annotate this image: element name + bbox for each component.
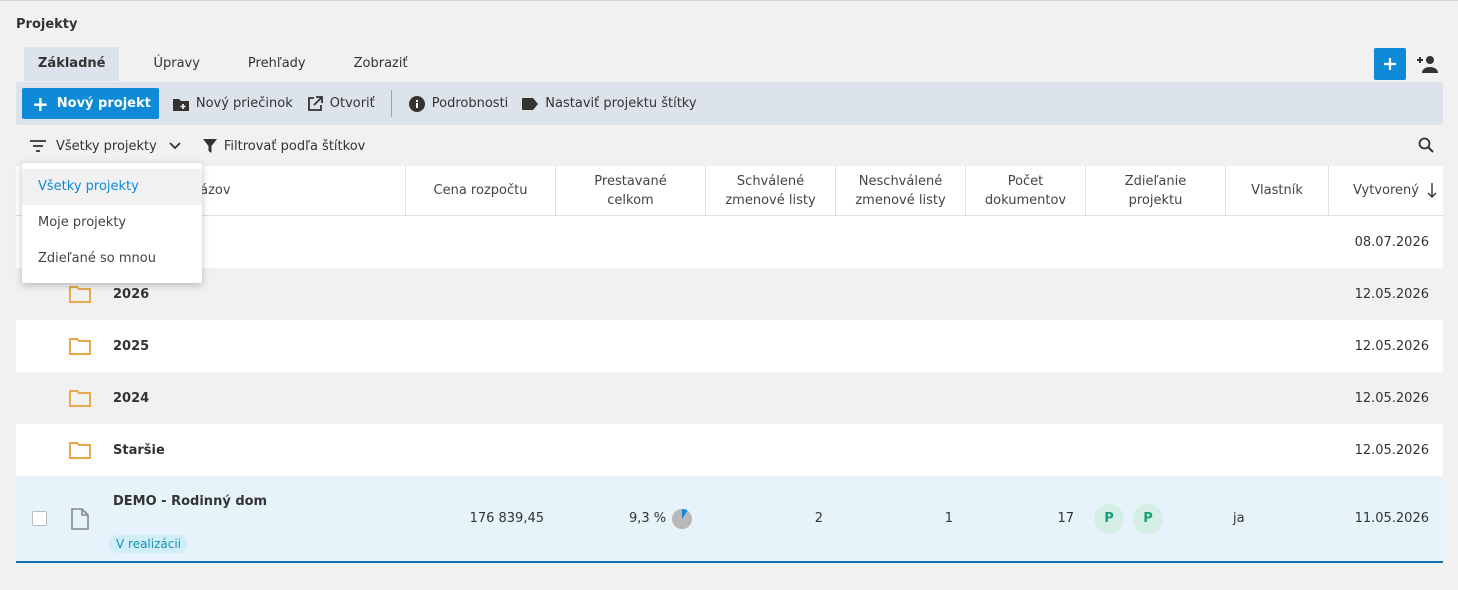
col-approved-line2: zmenové listy [725, 192, 816, 208]
col-created[interactable]: Vytvorený [1329, 166, 1443, 215]
docs-count: 17 [1057, 511, 1074, 526]
status-badge: V realizácii [109, 535, 189, 553]
created-date: 08.07.2026 [1354, 234, 1429, 250]
filter-by-tags-label: Filtrovať podľa štítkov [223, 138, 366, 154]
tab-upravy[interactable]: Úpravy [139, 47, 213, 81]
open-button[interactable]: Otvoriť [307, 88, 375, 119]
approved-count: 2 [814, 511, 823, 526]
folder-icon [69, 338, 91, 355]
add-person-icon[interactable] [1416, 54, 1438, 74]
tag-icon [522, 97, 539, 110]
page-title: Projekty [16, 17, 78, 32]
folder-name: 2024 [113, 390, 150, 406]
folder-plus-icon [172, 98, 189, 111]
project-filter-menu: Všetky projekty Moje projekty Zdieľané s… [22, 163, 202, 283]
progress-pie-icon [672, 508, 692, 529]
col-built-total[interactable]: Prestavané celkom [556, 166, 706, 215]
chevron-down-icon [169, 142, 181, 150]
col-sharing-line1: Zdieľanie [1124, 173, 1187, 189]
col-sharing-line2: projektu [1128, 192, 1183, 208]
search-icon[interactable] [1418, 137, 1434, 157]
menu-item-my-projects[interactable]: Moje projekty [22, 205, 202, 241]
filter-bar: Všetky projekty Filtrovať podľa štítkov [30, 136, 365, 156]
table-row[interactable]: Staršie 12.05.2026 [16, 424, 1443, 476]
unapproved-count: 1 [944, 511, 953, 526]
table-row[interactable]: 08.07.2026 [16, 216, 1443, 268]
created-date: 12.05.2026 [1354, 442, 1429, 458]
file-icon [71, 507, 89, 530]
table-row[interactable]: 2025 12.05.2026 [16, 320, 1443, 372]
sort-down-icon [1427, 182, 1437, 198]
plus-icon [1384, 58, 1396, 70]
funnel-icon [202, 139, 217, 153]
col-unapproved-line2: zmenové listy [855, 192, 946, 208]
col-owner[interactable]: Vlastník [1226, 166, 1329, 215]
table-header: Názov Cena rozpočtu Prestavané celkom Sch… [16, 166, 1443, 216]
col-created-label: Vytvorený [1353, 183, 1419, 198]
new-folder-label: Nový priečinok [195, 96, 293, 111]
project-filter-label: Všetky projekty [56, 138, 157, 154]
folder-name: 2025 [113, 338, 150, 354]
col-docs-line2: dokumentov [984, 192, 1067, 208]
avatar[interactable]: P [1133, 503, 1163, 534]
folder-icon [69, 390, 91, 407]
add-button[interactable] [1374, 48, 1406, 80]
project-name: DEMO - Rodinný dom [113, 494, 268, 509]
open-label: Otvoriť [329, 96, 375, 111]
col-sharing[interactable]: Zdieľanie projektu [1086, 166, 1226, 215]
table-row[interactable]: 2024 12.05.2026 [16, 372, 1443, 424]
col-docs[interactable]: Počet dokumentov [966, 166, 1086, 215]
col-docs-line1: Počet [1007, 173, 1044, 189]
created-date: 12.05.2026 [1354, 390, 1429, 406]
folder-name: Staršie [113, 442, 165, 458]
details-button[interactable]: Podrobnosti [408, 88, 509, 119]
budget-value: 176 839,45 [469, 511, 544, 526]
menu-item-shared-with-me[interactable]: Zdieľané so mnou [22, 241, 202, 277]
ribbon-tabs: Základné Úpravy Prehľady Zobraziť [24, 47, 442, 81]
filter-lines-icon [30, 140, 46, 152]
toolbar-separator [390, 90, 392, 117]
new-project-button[interactable]: + Nový projekt [22, 88, 159, 119]
projects-table: Názov Cena rozpočtu Prestavané celkom Sch… [16, 166, 1443, 563]
col-built-line2: celkom [607, 192, 654, 208]
toolbar: + Nový projekt Nový priečinok Otvoriť Po… [16, 82, 1443, 125]
owner-value: ja [1233, 511, 1245, 526]
tab-prehlady[interactable]: Prehľady [234, 47, 320, 81]
project-row-demo[interactable]: DEMO - Rodinný dom V realizácii 176 839,… [16, 476, 1443, 563]
new-folder-button[interactable]: Nový priečinok [172, 88, 293, 119]
filter-by-tags-button[interactable]: Filtrovať podľa štítkov [202, 138, 366, 154]
new-project-label: Nový projekt [56, 96, 151, 111]
external-link-icon [307, 95, 323, 111]
folder-icon [69, 286, 91, 303]
tab-zobrazit[interactable]: Zobraziť [340, 47, 422, 81]
col-approved-line1: Schválené [736, 173, 805, 189]
folder-name: 2026 [113, 286, 150, 302]
built-percent: 9,3 % [629, 511, 667, 526]
col-approved[interactable]: Schválené zmenové listy [706, 166, 836, 215]
tab-zakladne[interactable]: Základné [24, 47, 120, 81]
col-unapproved[interactable]: Neschválené zmenové listy [836, 166, 966, 215]
top-border [0, 0, 1458, 1]
folder-icon [69, 442, 91, 459]
created-date: 11.05.2026 [1354, 511, 1429, 526]
col-owner-label: Vlastník [1251, 183, 1303, 198]
plus-icon: + [32, 91, 49, 116]
menu-item-all-projects[interactable]: Všetky projekty [22, 169, 202, 205]
created-date: 12.05.2026 [1354, 286, 1429, 302]
table-row[interactable]: 2026 12.05.2026 [16, 268, 1443, 320]
col-budget-label: Cena rozpočtu [433, 183, 528, 198]
row-checkbox[interactable] [32, 511, 47, 526]
project-filter-dropdown[interactable]: Všetky projekty [30, 139, 181, 154]
col-unapproved-line1: Neschválené [858, 173, 943, 189]
set-tags-button[interactable]: Nastaviť projektu štítky [522, 88, 697, 119]
created-date: 12.05.2026 [1354, 338, 1429, 354]
details-label: Podrobnosti [431, 96, 509, 111]
info-icon [408, 95, 425, 112]
col-budget[interactable]: Cena rozpočtu [406, 166, 556, 215]
avatar[interactable]: P [1094, 503, 1124, 534]
col-built-line1: Prestavané [594, 173, 667, 189]
set-tags-label: Nastaviť projektu štítky [545, 96, 697, 111]
